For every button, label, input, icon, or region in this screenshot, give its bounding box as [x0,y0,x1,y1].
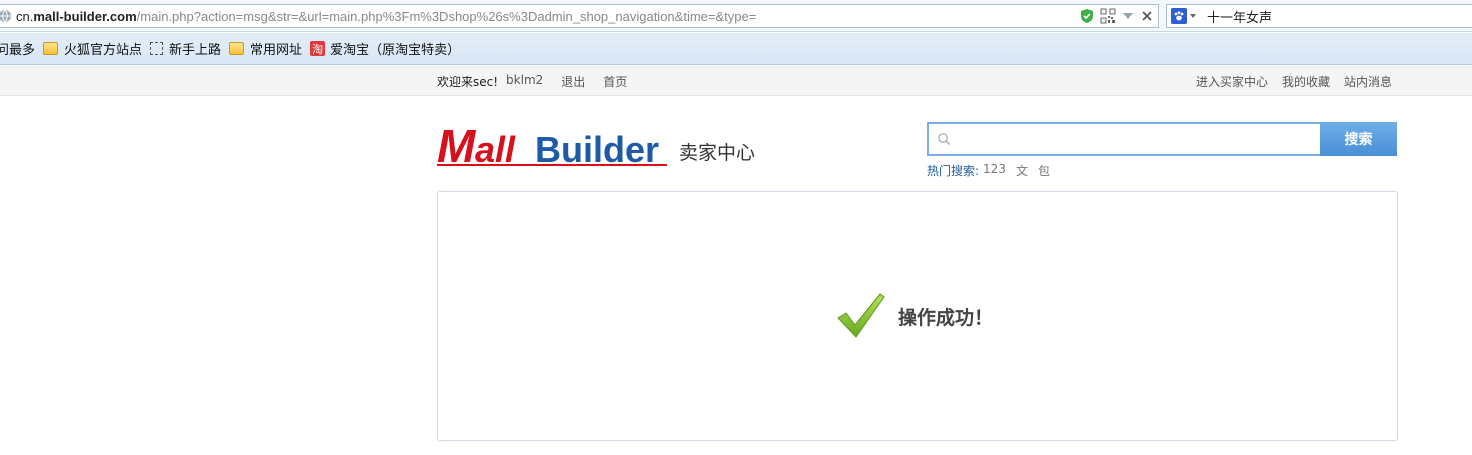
search-button[interactable]: 搜索 [1320,122,1397,156]
bookmark-label: 新手上路 [169,42,222,57]
success-text: 操作成功！ [898,306,994,329]
close-icon[interactable] [1140,9,1154,23]
baidu-paw-icon [1171,8,1187,24]
url-text[interactable]: cn.mall-builder.com/main.php?action=msg&… [16,9,1076,24]
search-engine-selector[interactable] [1171,8,1197,24]
welcome-text: 欢迎来sec! [437,75,499,89]
dropdown-arrow-icon[interactable] [1121,9,1135,23]
browser-toolbar: cn.mall-builder.com/main.php?action=msg&… [0,0,1472,32]
shield-icon[interactable] [1079,8,1095,24]
checkmark-icon [837,293,885,338]
browser-search-box[interactable]: 十一年女声 [1166,4,1472,28]
url-host: mall-builder.com [33,8,137,24]
bookmark-label: 火狐官方站点 [64,42,143,57]
site-topbar: 欢迎来sec! bklm2 退出 首页 进入买家中心 我的收藏 站内消息 [0,65,1472,96]
dashed-box-icon [150,42,164,55]
success-message: 操作成功！ [836,292,993,340]
logout-link[interactable]: 退出 [561,73,585,90]
bookmark-common-sites[interactable]: 常用网址 [229,39,302,58]
site-search: 搜索 [927,122,1397,156]
site-messages-link[interactable]: 站内消息 [1344,73,1392,90]
logo-m: M [437,120,477,168]
logo-builder: Builder [535,129,659,168]
bookmark-getting-started[interactable]: 新手上路 [150,39,221,58]
bookmark-label: 常用网址 [250,42,303,57]
globe-icon [0,9,11,23]
home-link[interactable]: 首页 [603,73,627,90]
bookmark-label: 爱淘宝（原淘宝特卖） [330,42,461,57]
username-link[interactable]: bklm2 [506,73,543,90]
mallbuilder-logo[interactable]: M all Builder [437,118,669,168]
qr-icon[interactable] [1100,8,1116,24]
address-bar[interactable]: cn.mall-builder.com/main.php?action=msg&… [0,4,1159,28]
taobao-icon: 淘 [310,41,326,56]
logo-all: all [475,129,516,168]
bookmarks-bar: 问最多 火狐官方站点 新手上路 常用网址 淘 爱淘宝（原淘宝特卖） [0,33,1472,65]
hot-keyword[interactable]: 文 [1016,162,1028,179]
search-input[interactable] [927,122,1320,156]
search-query[interactable]: 十一年女声 [1207,7,1272,26]
hot-keyword[interactable]: 包 [1038,162,1050,179]
bookmark-firefox-site[interactable]: 火狐官方站点 [43,39,142,58]
buyer-center-link[interactable]: 进入买家中心 [1196,73,1268,90]
chevron-down-icon [1190,14,1196,18]
message-panel: 操作成功！ [437,191,1398,441]
bookmark-most-visited[interactable]: 问最多 [0,39,35,58]
folder-icon [229,42,245,55]
hot-keyword[interactable]: 123 [983,162,1006,179]
hot-search-label: 热门搜索: [927,164,980,178]
seller-center-title: 卖家中心 [679,142,756,164]
logo-underline [437,164,667,166]
bookmark-label: 问最多 [0,42,36,57]
search-icon [938,133,951,146]
bookmark-ai-taobao[interactable]: 淘 爱淘宝（原淘宝特卖） [310,39,460,58]
url-prefix: cn. [16,8,34,24]
favorites-link[interactable]: 我的收藏 [1282,73,1330,90]
folder-icon [43,42,59,55]
url-path: /main.php?action=msg&str=&url=main.php%3… [136,8,757,24]
hot-searches: 热门搜索: 123 文 包 [927,162,1060,179]
